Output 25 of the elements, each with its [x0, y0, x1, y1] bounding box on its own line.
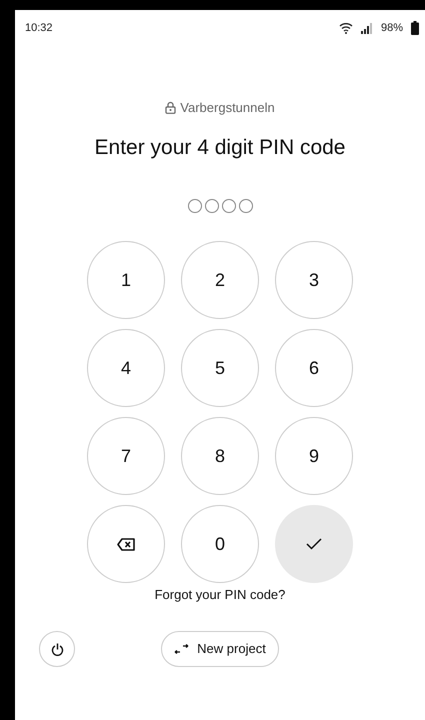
- wifi-icon: [338, 22, 353, 34]
- digit-key[interactable]: 9: [275, 417, 353, 495]
- power-button[interactable]: [39, 631, 75, 667]
- battery-icon: [411, 21, 419, 35]
- signal-icon: [360, 22, 373, 34]
- backspace-icon: [117, 538, 135, 550]
- clock: 10:32: [25, 20, 53, 36]
- digit-key[interactable]: 7: [87, 417, 165, 495]
- digit-key[interactable]: 2: [181, 241, 259, 319]
- digit-key[interactable]: 3: [275, 241, 353, 319]
- check-icon: [306, 538, 322, 550]
- digit-key[interactable]: 0: [181, 505, 259, 583]
- digit-key[interactable]: 1: [87, 241, 165, 319]
- digit-key[interactable]: 6: [275, 329, 353, 407]
- new-project-button[interactable]: New project: [161, 631, 279, 667]
- forgot-pin-link[interactable]: Forgot your PIN code?: [154, 587, 286, 602]
- lock-icon: [165, 101, 176, 114]
- swap-arrows-icon: [174, 644, 190, 654]
- battery-percent: 98%: [380, 20, 403, 36]
- digit-key[interactable]: 4: [87, 329, 165, 407]
- digit-key[interactable]: 5: [181, 329, 259, 407]
- digit-key[interactable]: 8: [181, 417, 259, 495]
- screen-title: Enter your 4 digit PIN code: [94, 134, 346, 160]
- power-icon: [50, 642, 64, 656]
- project-name: Varbergstunneln: [180, 99, 275, 117]
